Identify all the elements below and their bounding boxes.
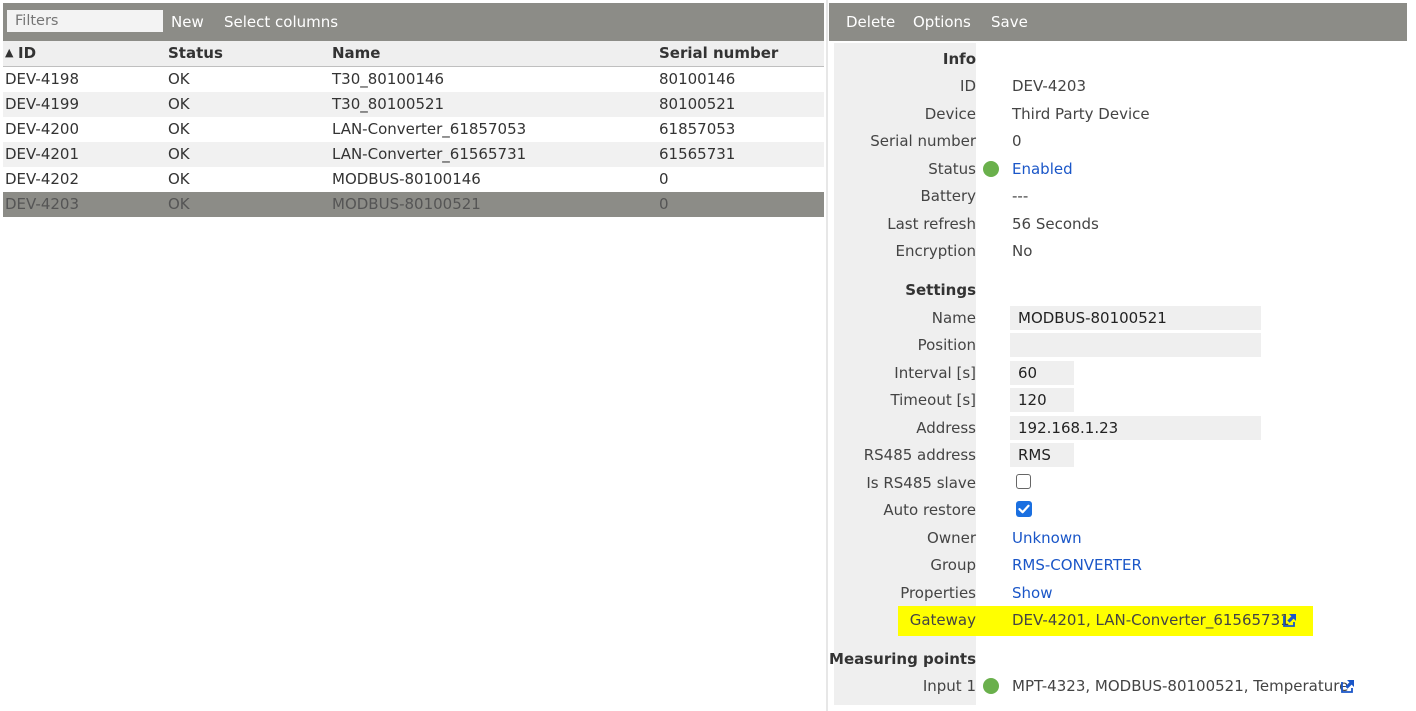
properties-label: Properties [900, 584, 976, 602]
cell-status: OK [168, 170, 190, 188]
status-dot-icon [983, 161, 999, 177]
external-link-icon[interactable] [1283, 613, 1297, 627]
address-field[interactable] [1010, 416, 1261, 440]
checkmark-icon [1018, 504, 1030, 514]
properties-show-link[interactable]: Show [1012, 584, 1052, 602]
device-list-panel: New Select columns ▲ ID Status Name Seri… [0, 0, 826, 711]
id-value: DEV-4203 [1012, 77, 1086, 95]
cell-status: OK [168, 95, 190, 113]
delete-button[interactable]: Delete [846, 3, 895, 41]
cell-id: DEV-4200 [5, 120, 79, 138]
battery-label: Battery [920, 187, 976, 205]
column-header-name[interactable]: Name [332, 44, 380, 62]
options-button[interactable]: Options [913, 3, 971, 41]
cell-status: OK [168, 195, 190, 213]
table-row[interactable]: DEV-4200 OK LAN-Converter_61857053 61857… [3, 117, 824, 142]
info-section-title: Info [942, 50, 976, 68]
cell-status: OK [168, 145, 190, 163]
rs485-address-field[interactable] [1010, 443, 1074, 467]
cell-id: DEV-4203 [5, 195, 79, 213]
cell-name: T30_80100146 [332, 70, 445, 88]
auto-restore-checkbox[interactable] [1016, 501, 1032, 517]
gateway-label: Gateway [909, 611, 976, 629]
cell-name: MODBUS-80100521 [332, 195, 481, 213]
status-dot-icon [983, 678, 999, 694]
cell-status: OK [168, 70, 190, 88]
encryption-label: Encryption [895, 242, 976, 260]
table-row[interactable]: DEV-4201 OK LAN-Converter_61565731 61565… [3, 142, 824, 167]
input-1-label: Input 1 [922, 677, 976, 695]
cell-status: OK [168, 120, 190, 138]
save-button[interactable]: Save [991, 3, 1028, 41]
cell-serial: 61565731 [659, 145, 736, 163]
name-label: Name [931, 309, 976, 327]
position-label: Position [917, 336, 976, 354]
rs485-slave-label: Is RS485 slave [866, 474, 976, 492]
new-button[interactable]: New [171, 3, 204, 41]
status-label: Status [928, 160, 976, 178]
address-label: Address [916, 419, 976, 437]
cell-id: DEV-4201 [5, 145, 79, 163]
table-row[interactable]: DEV-4199 OK T30_80100521 80100521 [3, 92, 824, 117]
cell-name: MODBUS-80100146 [332, 170, 481, 188]
measuring-points-section-title: Measuring points [829, 650, 976, 668]
device-value: Third Party Device [1012, 105, 1150, 123]
owner-label: Owner [927, 529, 976, 547]
sort-ascending-icon[interactable]: ▲ [5, 46, 13, 59]
timeout-field[interactable] [1010, 388, 1074, 412]
last-refresh-value: 56 Seconds [1012, 215, 1099, 233]
gateway-value: DEV-4201, LAN-Converter_61565731 [1012, 611, 1290, 629]
list-toolbar: New Select columns [3, 3, 824, 41]
status-link[interactable]: Enabled [1012, 160, 1073, 178]
interval-field[interactable] [1010, 361, 1074, 385]
filter-input[interactable] [7, 10, 163, 32]
id-label: ID [960, 77, 976, 95]
input-1-value: MPT-4323, MODBUS-80100521, Temperature [1012, 677, 1349, 695]
cell-serial: 0 [659, 195, 669, 213]
group-link[interactable]: RMS-CONVERTER [1012, 556, 1142, 574]
cell-id: DEV-4202 [5, 170, 79, 188]
table-row[interactable]: DEV-4198 OK T30_80100146 80100146 [3, 67, 824, 92]
cell-id: DEV-4199 [5, 95, 79, 113]
cell-name: LAN-Converter_61565731 [332, 145, 527, 163]
owner-link[interactable]: Unknown [1012, 529, 1082, 547]
encryption-value: No [1012, 242, 1033, 260]
grid-header: ▲ ID Status Name Serial number [3, 41, 824, 67]
table-row[interactable]: DEV-4202 OK MODBUS-80100146 0 [3, 167, 824, 192]
panel-divider[interactable] [826, 0, 828, 711]
auto-restore-label: Auto restore [883, 501, 976, 519]
detail-toolbar: Delete Options Save [829, 3, 1407, 41]
column-header-serial[interactable]: Serial number [659, 44, 778, 62]
select-columns-button[interactable]: Select columns [224, 3, 338, 41]
rs485-slave-checkbox[interactable] [1016, 474, 1031, 489]
rs485-address-label: RS485 address [863, 446, 976, 464]
cell-name: LAN-Converter_61857053 [332, 120, 527, 138]
timeout-label: Timeout [s] [890, 391, 976, 409]
table-row-selected[interactable]: DEV-4203 OK MODBUS-80100521 0 [3, 192, 824, 217]
battery-value: --- [1012, 187, 1029, 205]
group-label: Group [930, 556, 976, 574]
device-label: Device [924, 105, 976, 123]
serial-number-label: Serial number [870, 132, 976, 150]
interval-label: Interval [s] [894, 364, 976, 382]
settings-section-title: Settings [905, 281, 976, 299]
cell-serial: 80100146 [659, 70, 736, 88]
cell-name: T30_80100521 [332, 95, 445, 113]
cell-id: DEV-4198 [5, 70, 79, 88]
column-header-id[interactable]: ID [18, 44, 36, 62]
last-refresh-label: Last refresh [887, 215, 976, 233]
position-field[interactable] [1010, 333, 1261, 357]
name-field[interactable] [1010, 306, 1261, 330]
cell-serial: 61857053 [659, 120, 736, 138]
serial-number-value: 0 [1012, 132, 1022, 150]
cell-serial: 0 [659, 170, 669, 188]
column-header-status[interactable]: Status [168, 44, 223, 62]
cell-serial: 80100521 [659, 95, 736, 113]
external-link-icon[interactable] [1341, 679, 1355, 693]
